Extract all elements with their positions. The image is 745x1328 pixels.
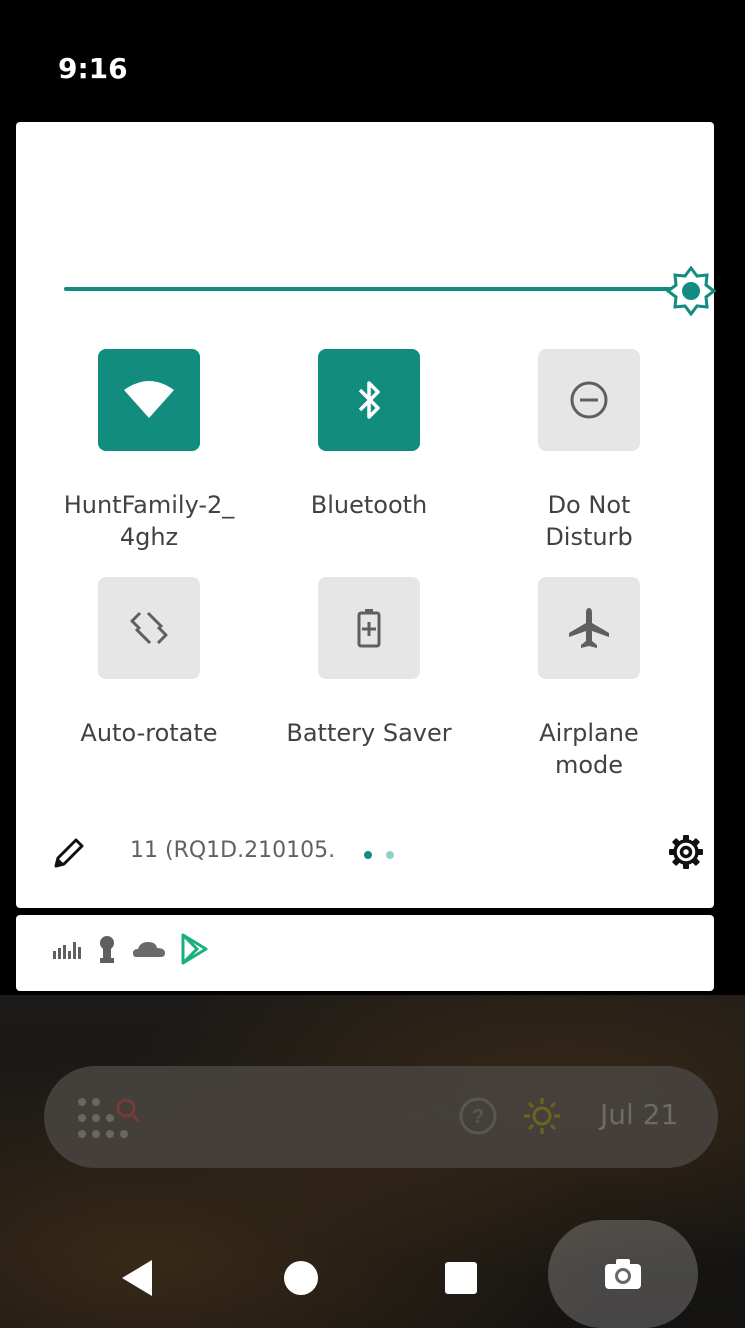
page-dot [386,851,395,859]
screenshot-camera-button[interactable] [548,1220,698,1328]
quick-settings-panel: HuntFamily-2_ 4ghz Bluetooth Do Not Dist… [16,122,716,908]
notification-bar[interactable] [16,915,714,991]
svg-text:?: ? [472,1106,484,1128]
signal-bars-icon [53,942,81,959]
tile-battery-saver[interactable]: Battery Saver [259,577,479,807]
home-circle-icon [284,1261,318,1295]
weather-sun-icon[interactable] [522,1096,562,1136]
status-bar: 9:16 [0,0,745,115]
page-indicator [364,846,404,864]
tile-airplane-label: Airplane mode [539,719,639,779]
page-dot-active [364,851,372,859]
tile-bluetooth-label: Bluetooth [310,491,428,519]
recents-square-icon [445,1262,477,1294]
tile-dnd-label: Do Not Disturb [545,491,633,551]
bluetooth-icon [358,381,380,419]
nav-recents-button[interactable] [436,1253,486,1303]
home-date[interactable]: Jul 21 [600,1098,678,1131]
auto-rotate-icon [130,611,168,645]
tile-wifi[interactable]: HuntFamily-2_ 4ghz [39,349,259,579]
home-search-bar[interactable]: ? Jul 21 [44,1066,718,1168]
cloud-icon [133,942,165,957]
tile-auto-rotate-button[interactable] [98,577,200,679]
nav-back-button[interactable] [112,1250,162,1306]
tile-wifi-button[interactable] [98,349,200,451]
tile-airplane-mode[interactable]: Airplane mode [479,577,699,807]
tile-auto-rotate-label: Auto-rotate [80,719,218,747]
status-time: 9:16 [58,52,128,85]
edit-pencil-icon[interactable] [52,834,88,870]
wifi-icon [124,381,174,418]
tile-do-not-disturb[interactable]: Do Not Disturb [479,349,699,579]
tile-wifi-label: HuntFamily-2_ 4ghz [63,491,235,551]
help-circle-icon[interactable]: ? [458,1096,498,1136]
tile-airplane-button[interactable] [538,577,640,679]
battery-saver-icon [357,609,381,648]
tile-dnd-button[interactable] [538,349,640,451]
camera-icon [605,1259,641,1289]
settings-gear-icon[interactable] [664,830,708,874]
airplane-icon [569,608,609,648]
do-not-disturb-icon [570,381,608,419]
nav-home-button[interactable] [276,1253,326,1303]
brightness-slider-track[interactable] [64,287,692,291]
tile-bluetooth-button[interactable] [318,349,420,451]
tile-battery-saver-button[interactable] [318,577,420,679]
play-store-icon [181,933,208,965]
tile-battery-saver-label: Battery Saver [286,719,452,747]
back-triangle-icon [122,1260,152,1296]
keyhole-icon [100,936,114,963]
quick-settings-footer: 11 (RQ1D.210105. [16,812,714,892]
app-search-icon [78,1098,141,1138]
tile-bluetooth[interactable]: Bluetooth [259,349,479,579]
brightness-slider-thumb-icon[interactable] [666,266,716,316]
tile-auto-rotate[interactable]: Auto-rotate [39,577,259,807]
build-number[interactable]: 11 (RQ1D.210105. [130,838,335,863]
